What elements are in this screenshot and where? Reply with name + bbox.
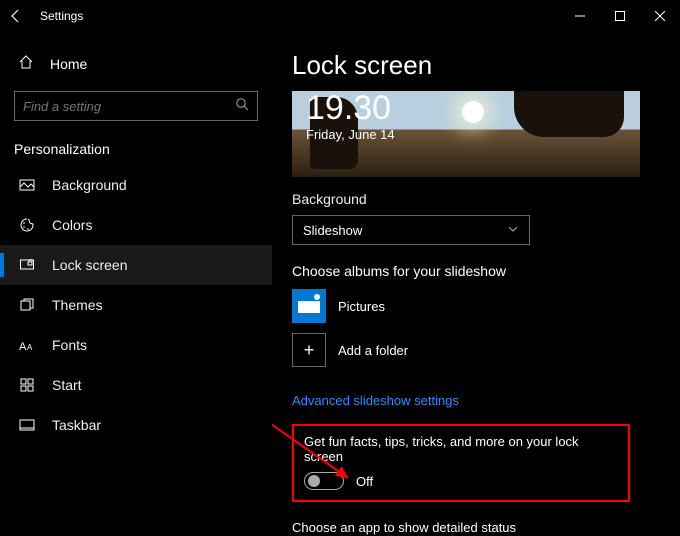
- search-field[interactable]: [23, 99, 235, 114]
- album-row-label: Pictures: [338, 299, 385, 314]
- back-button[interactable]: [0, 0, 32, 32]
- page-title: Lock screen: [292, 32, 660, 91]
- sidebar-item-start[interactable]: Start: [0, 365, 272, 405]
- add-folder-label: Add a folder: [338, 343, 408, 358]
- fun-facts-state: Off: [356, 474, 373, 489]
- sidebar-item-label: Background: [52, 177, 127, 193]
- album-pictures[interactable]: Pictures: [292, 289, 660, 323]
- sidebar-item-label: Taskbar: [52, 417, 101, 433]
- sidebar-item-colors[interactable]: Colors: [0, 205, 272, 245]
- start-icon: [18, 377, 36, 393]
- fun-facts-label: Get fun facts, tips, tricks, and more on…: [304, 434, 618, 464]
- albums-label: Choose albums for your slideshow: [292, 263, 660, 279]
- search-icon: [235, 97, 249, 116]
- lockscreen-preview: 19.30 Friday, June 14: [292, 91, 640, 177]
- fonts-icon: AA: [18, 337, 36, 353]
- add-folder-button[interactable]: + Add a folder: [292, 333, 660, 367]
- sidebar-item-lock-screen[interactable]: Lock screen: [0, 245, 272, 285]
- plus-icon: +: [292, 333, 326, 367]
- titlebar: Settings: [0, 0, 680, 32]
- sidebar-item-label: Themes: [52, 297, 103, 313]
- sidebar: Home Personalization Background Colors Loc…: [0, 32, 272, 536]
- chevron-down-icon: [507, 223, 519, 238]
- fun-facts-highlight: Get fun facts, tips, tricks, and more on…: [292, 424, 630, 502]
- background-label: Background: [292, 191, 660, 207]
- sidebar-item-themes[interactable]: Themes: [0, 285, 272, 325]
- advanced-slideshow-link[interactable]: Advanced slideshow settings: [292, 393, 459, 408]
- sidebar-item-background[interactable]: Background: [0, 165, 272, 205]
- window-title: Settings: [32, 9, 83, 23]
- preview-date: Friday, June 14: [306, 127, 395, 142]
- taskbar-icon: [18, 417, 36, 433]
- category-header: Personalization: [0, 131, 272, 165]
- sidebar-item-label: Start: [52, 377, 82, 393]
- sidebar-item-fonts[interactable]: AA Fonts: [0, 325, 272, 365]
- background-dropdown[interactable]: Slideshow: [292, 215, 530, 245]
- fun-facts-toggle[interactable]: [304, 472, 344, 490]
- close-button[interactable]: [640, 2, 680, 30]
- content-pane: Lock screen 19.30 Friday, June 14 Backgr…: [272, 32, 680, 536]
- home-icon: [18, 54, 34, 73]
- dropdown-value: Slideshow: [303, 223, 362, 238]
- background-icon: [18, 177, 36, 193]
- svg-text:A: A: [27, 343, 33, 352]
- themes-icon: [18, 297, 36, 313]
- minimize-button[interactable]: [560, 2, 600, 30]
- svg-text:A: A: [19, 341, 27, 353]
- sidebar-item-label: Fonts: [52, 337, 87, 353]
- preview-time: 19.30: [306, 91, 391, 125]
- search-input[interactable]: [14, 91, 258, 121]
- maximize-button[interactable]: [600, 2, 640, 30]
- sidebar-item-label: Colors: [52, 217, 92, 233]
- detailed-status-label: Choose an app to show detailed status: [292, 520, 660, 535]
- pictures-tile-icon: [292, 289, 326, 323]
- home-label: Home: [50, 56, 87, 72]
- sidebar-item-label: Lock screen: [52, 257, 127, 273]
- sidebar-item-taskbar[interactable]: Taskbar: [0, 405, 272, 445]
- lockscreen-icon: [18, 257, 36, 273]
- home-button[interactable]: Home: [0, 44, 272, 85]
- colors-icon: [18, 217, 36, 233]
